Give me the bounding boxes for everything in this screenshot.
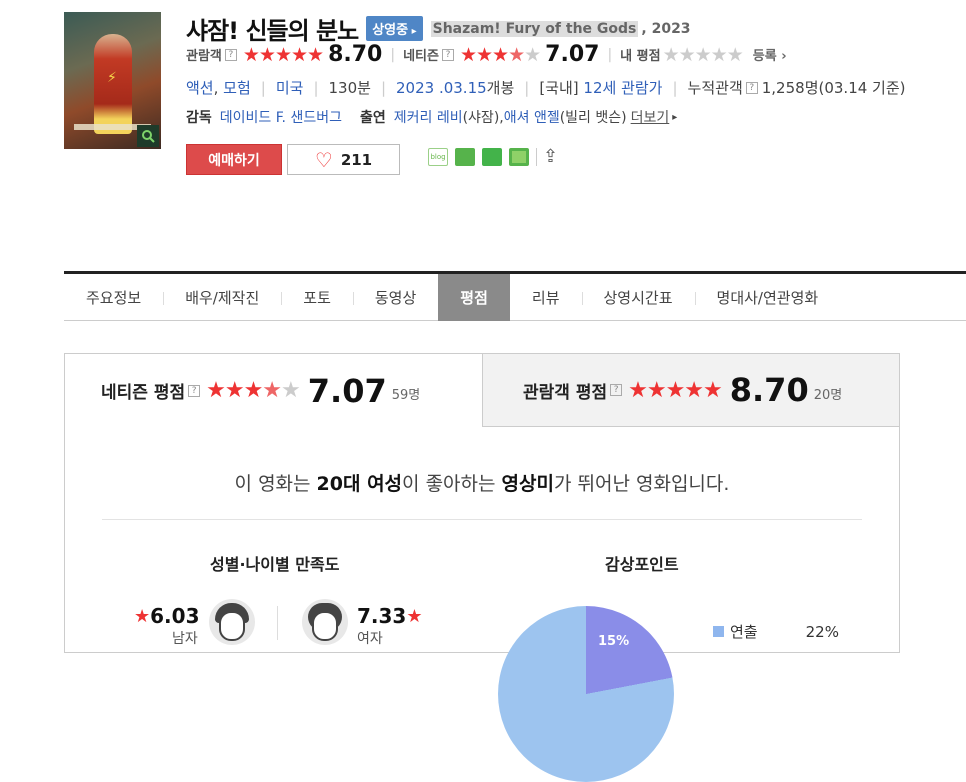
netizen-score: 7.07 [545,42,600,67]
register-rating-link[interactable]: 등록 › [753,45,787,64]
viewing-points-title: 감상포인트 [605,555,679,574]
rating-summary: 이 영화는 20대 여성이 좋아하는 영상미가 뛰어난 영화입니다. [234,473,730,495]
like-button[interactable]: ♡ 211 [287,144,400,175]
book-ticket-button[interactable]: 예매하기 [186,144,282,175]
male-avatar-icon [209,599,255,645]
chevron-right-icon: ▸ [672,111,678,123]
release-date-link[interactable]: 2023 .03.15 [396,79,487,97]
pie-label: 15% [598,634,630,649]
credits-row: 감독 데이비드 F. 샌드버그 출연 제커리 레비 (샤잠), 애셔 앤젤 (빌… [186,107,677,127]
tab-video[interactable]: 동영상 [352,274,438,321]
cumulative-value: 1,258명(03.14 기준) [761,79,906,97]
director-label: 감독 [186,110,212,126]
netizen-stars: ★★★★★ [459,43,541,66]
share-icon[interactable]: ⇪ [543,146,558,167]
star-icon: ★ [406,605,423,627]
bookmark-icon[interactable] [482,147,502,166]
pie-legend-item: 연출 22% [713,621,839,642]
actor-link[interactable]: 제커리 레비 [394,107,463,127]
divider: | [260,78,266,97]
divider: | [524,78,530,97]
tab-quotes[interactable]: 명대사/연관영화 [694,274,841,321]
divider: | [313,78,319,97]
like-count: 211 [340,150,373,169]
help-icon[interactable]: ? [610,384,623,396]
tab-review[interactable]: 리뷰 [510,274,582,321]
tab-main-info[interactable]: 주요정보 [64,274,163,321]
cafe-icon[interactable] [455,147,475,166]
audience-score-tab[interactable]: 관람객 평점 ? ★★★★★ 8.70 20명 [482,353,900,427]
tab-ratings[interactable]: 평점 [438,273,510,321]
help-icon[interactable]: ? [745,81,758,94]
movie-poster[interactable]: ⚡ [64,12,161,149]
netizen-label: 네티즌 [403,49,439,64]
audience-score: 8.70 [328,42,383,67]
movie-tabs: 주요정보 배우/제작진 포토 동영상 평점 리뷰 상영시간표 명대사/연관영화 [64,271,966,321]
female-avatar-icon [302,599,348,645]
info-row: 액션, 모험 | 미국 | 130분 | 2023 .03.15 개봉 | [국… [186,77,906,98]
legend-swatch [713,626,724,637]
genre-link[interactable]: 액션 [186,77,214,98]
actor-role: (빌리 뱃슨) [559,110,627,126]
star-icon: ★ [134,605,151,627]
age-rating-link[interactable]: 12세 관람가 [583,77,662,98]
genre-link[interactable]: 모험 [223,77,251,98]
male-score: ★ 6.03 남자 [134,604,200,647]
lightning-icon: ⚡ [107,70,117,86]
audience-count: 20명 [813,387,843,403]
divider [536,147,537,166]
divider: | [390,46,396,63]
audience-score: 8.70 [729,371,809,409]
female-score: 7.33 ★ 여자 [357,604,423,647]
help-icon[interactable]: ? [224,48,237,61]
actor-link[interactable]: 애셔 앤젤 [504,107,560,127]
status-badge[interactable]: 상영중 [366,16,423,41]
score-tabs: 네티즌 평점 ? ★★★★★ 7.07 59명 관람객 평점 ? ★★★★★ 8… [64,353,900,427]
netizen-stars: ★★★★★ [206,378,301,403]
heart-icon: ♡ [314,147,333,172]
netizen-count: 59명 [391,388,421,403]
legend-percent: 22% [805,622,839,641]
zoom-icon[interactable] [137,125,159,147]
audience-label: 관람객 [186,49,222,64]
divider [102,519,862,520]
my-rating-label: 내 평점 [620,49,661,64]
help-icon[interactable]: ? [441,48,454,61]
rating-prefix: [국내] [539,79,579,97]
divider: | [607,46,613,63]
legend-label: 연출 [730,623,758,641]
release-year: , 2023 [641,20,691,37]
gender-age-title: 성별·나이별 만족도 [210,555,340,574]
viewing-points-pie: 15% [498,606,674,782]
audience-score-label: 관람객 평점 [523,382,608,403]
title-row: 샤잠! 신들의 분노 상영중 Shazam! Fury of the Gods … [186,11,691,46]
more-credits-link[interactable]: 더보기 [631,107,670,127]
help-icon[interactable]: ? [188,384,201,397]
blog-icon[interactable]: blog [428,147,448,166]
runtime: 130분 [328,79,371,97]
divider: | [672,78,678,97]
tab-cast[interactable]: 배우/제작진 [163,274,281,321]
divider: | [380,78,386,97]
tab-photo[interactable]: 포토 [281,274,353,321]
netizen-score-tab[interactable]: 네티즌 평점 ? ★★★★★ 7.07 59명 [64,353,482,427]
english-title: Shazam! Fury of the Gods [430,20,639,37]
my-rating-stars[interactable]: ★★★★★ [663,44,744,66]
release-suffix: 개봉 [486,79,515,97]
actor-role: (샤잠), [462,110,504,126]
audience-stars: ★★★★★ [242,43,324,66]
cumulative-label: 누적관객 [687,79,743,97]
audience-stars: ★★★★★ [628,377,723,403]
divider [277,606,278,640]
netizen-score: 7.07 [307,371,387,410]
share-bar: blog ⇪ [428,146,558,167]
country-link[interactable]: 미국 [276,77,304,98]
rating-row: 관람객 ? ★★★★★ 8.70 | 네티즌 ? ★★★★★ 7.07 | 내 … [186,42,787,67]
cast-label: 출연 [359,110,386,126]
netizen-score-label: 네티즌 평점 [101,383,186,403]
movie-title: 샤잠! 신들의 분노 [186,17,359,45]
tab-showtimes[interactable]: 상영시간표 [581,274,695,321]
memo-icon[interactable] [509,147,529,166]
director-link[interactable]: 데이비드 F. 샌드버그 [220,107,342,127]
